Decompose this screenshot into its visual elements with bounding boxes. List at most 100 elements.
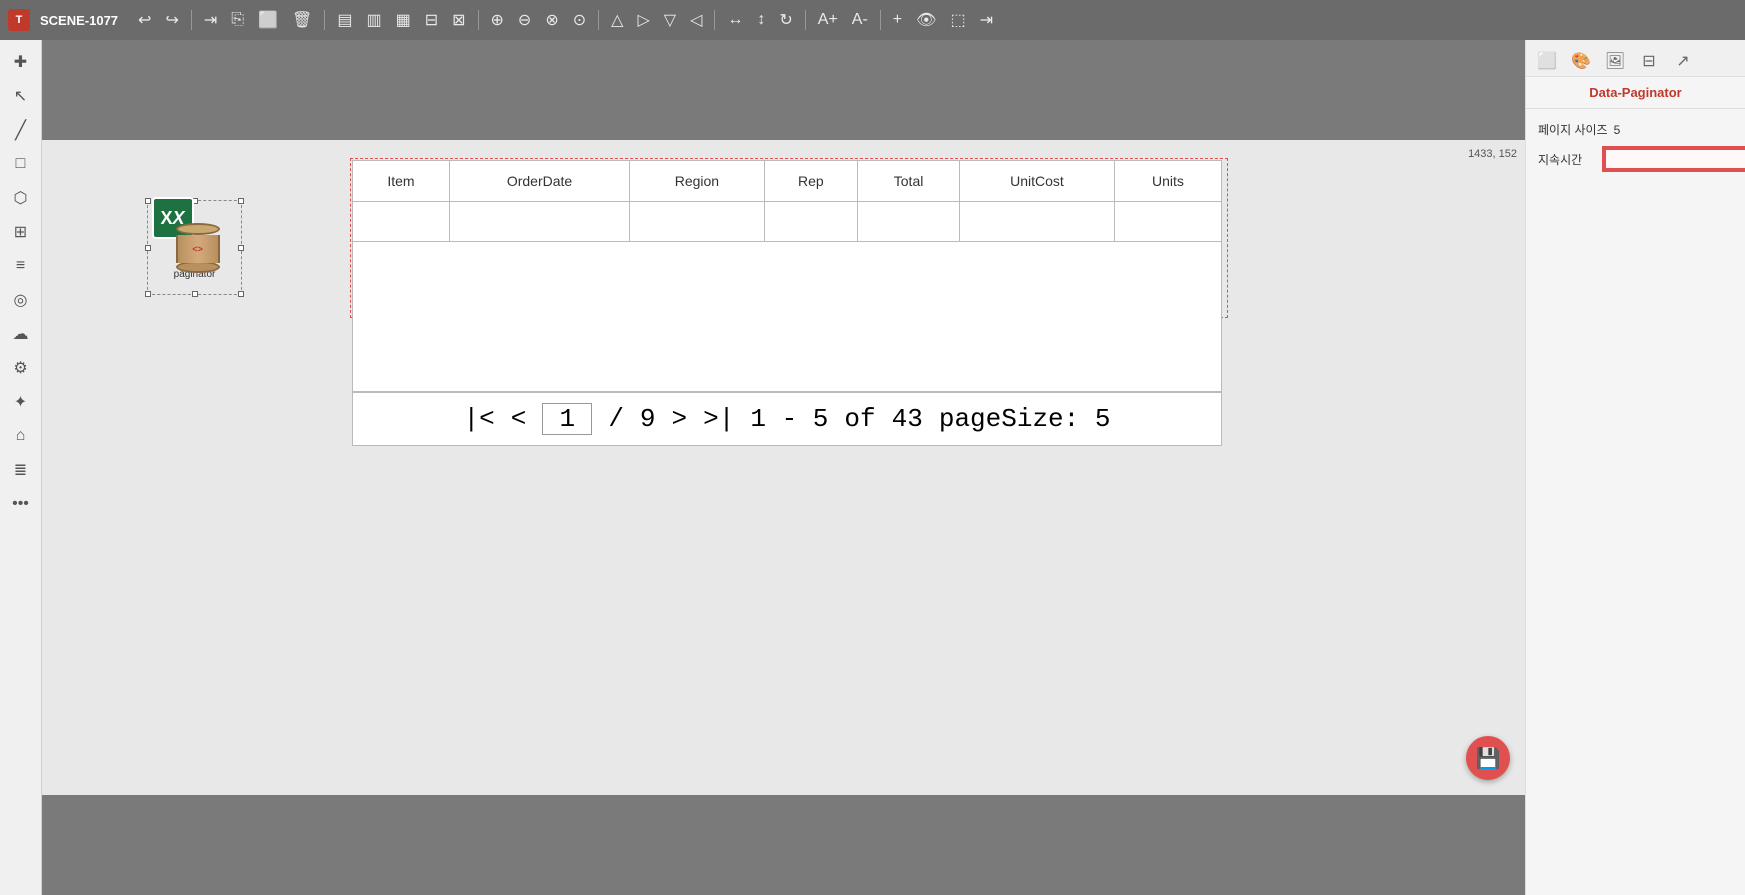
sidebar-item-cloud[interactable]: ☁ bbox=[7, 320, 35, 348]
tab-image-icon[interactable]: 🖼 bbox=[1600, 46, 1630, 76]
col-rep: Rep bbox=[764, 161, 857, 202]
data-table: Item OrderDate Region Rep Total UnitCost… bbox=[352, 160, 1222, 242]
sidebar-item-line[interactable]: ╱ bbox=[7, 116, 35, 144]
workspace[interactable]: 1433, 152 X bbox=[42, 140, 1525, 795]
sidebar-item-component[interactable]: ✦ bbox=[7, 388, 35, 416]
dist-v-button[interactable]: ⊠ bbox=[448, 8, 469, 32]
layout-button[interactable]: ⬚ bbox=[946, 8, 969, 32]
scene-title: SCENE-1077 bbox=[40, 13, 118, 28]
tab-share-icon[interactable]: ↗ bbox=[1668, 46, 1698, 76]
cell bbox=[858, 202, 960, 242]
send-back-button[interactable]: ▽ bbox=[660, 8, 680, 32]
canvas-area: 1433, 152 X bbox=[42, 40, 1525, 895]
cell bbox=[764, 202, 857, 242]
handle-tl[interactable] bbox=[145, 198, 151, 204]
data-table-container: Item OrderDate Region Rep Total UnitCost… bbox=[352, 160, 1222, 446]
align-right-button[interactable]: ▦ bbox=[392, 8, 415, 32]
redo-button[interactable]: ↪ bbox=[161, 8, 182, 32]
handle-bl[interactable] bbox=[145, 291, 151, 297]
total-pages: 9 bbox=[640, 404, 656, 434]
dist-h-button[interactable]: ⊟ bbox=[421, 8, 442, 32]
undo-button[interactable]: ↩ bbox=[134, 8, 155, 32]
preview-button[interactable]: 👁 bbox=[912, 8, 940, 32]
bottom-band bbox=[42, 795, 1525, 895]
page-input[interactable] bbox=[542, 403, 592, 435]
table-header-row: Item OrderDate Region Rep Total UnitCost… bbox=[353, 161, 1222, 202]
range-dash: - bbox=[782, 404, 798, 434]
sidebar-item-gear[interactable]: ⚙ bbox=[7, 354, 35, 382]
frame-button[interactable]: ⬜ bbox=[254, 8, 282, 32]
duration-label: 지속시간 bbox=[1538, 151, 1598, 168]
handle-tr[interactable] bbox=[238, 198, 244, 204]
sidebar-item-shape[interactable]: □ bbox=[7, 150, 35, 178]
unlock-button[interactable]: ⊙ bbox=[569, 8, 590, 32]
pagesize-label: pageSize: 5 bbox=[939, 404, 1111, 434]
sidebar-item-add[interactable]: ✚ bbox=[7, 48, 35, 76]
range-display: 1 - 5 bbox=[750, 404, 828, 434]
col-item: Item bbox=[353, 161, 450, 202]
add-button[interactable]: + bbox=[889, 9, 906, 31]
handle-bc[interactable] bbox=[192, 291, 198, 297]
sidebar-item-table[interactable]: ⊞ bbox=[7, 218, 35, 246]
duration-input[interactable] bbox=[1604, 148, 1745, 170]
save-fab-button[interactable]: 💾 bbox=[1466, 736, 1510, 780]
flip-h-button[interactable]: ↔ bbox=[723, 9, 747, 31]
flip-v-button[interactable]: ↕ bbox=[753, 9, 769, 31]
bring-front-button[interactable]: △ bbox=[607, 8, 627, 32]
delete-button[interactable]: 🗑 bbox=[288, 8, 316, 32]
sidebar-item-list[interactable]: ≡ bbox=[7, 252, 35, 280]
last-page-button[interactable]: >| bbox=[703, 404, 734, 434]
save-icon: 💾 bbox=[1476, 746, 1501, 771]
sidebar-item-chart[interactable]: ◎ bbox=[7, 286, 35, 314]
db-top bbox=[176, 223, 220, 235]
page-separator: / bbox=[608, 404, 624, 434]
sidebar-item-cursor[interactable]: ↖ bbox=[7, 82, 35, 110]
table-row bbox=[353, 202, 1222, 242]
tab-palette-icon[interactable]: 🎨 bbox=[1566, 46, 1596, 76]
sidebar-item-home[interactable]: ⌂ bbox=[7, 422, 35, 450]
text-larger-button[interactable]: A+ bbox=[814, 9, 842, 31]
send-bwd-button[interactable]: ◁ bbox=[686, 8, 706, 32]
duration-row: 지속시간 bbox=[1538, 148, 1733, 170]
group-button[interactable]: ⊕ bbox=[487, 8, 508, 32]
total-records: 43 bbox=[892, 404, 923, 434]
prev-page-button[interactable]: < bbox=[511, 404, 527, 434]
rotate-button[interactable]: ↻ bbox=[775, 8, 796, 32]
db-icon: <> bbox=[173, 223, 223, 273]
paginator-widget[interactable]: X <> paginator bbox=[147, 200, 242, 295]
handle-mr[interactable] bbox=[238, 245, 244, 251]
copy-button[interactable]: ⎘ bbox=[227, 9, 248, 31]
pin-button[interactable]: ⇥ bbox=[200, 8, 221, 32]
col-orderdate: OrderDate bbox=[449, 161, 629, 202]
lock-button[interactable]: ⊗ bbox=[541, 8, 562, 32]
tab-frame-icon[interactable]: ⬜ bbox=[1532, 46, 1562, 76]
tab-sliders-icon[interactable]: ⊟ bbox=[1634, 46, 1664, 76]
sidebar-item-menu[interactable]: ≣ bbox=[7, 456, 35, 484]
fullscreen-button[interactable]: ⇥ bbox=[976, 8, 997, 32]
text-smaller-button[interactable]: A- bbox=[848, 9, 872, 31]
bring-fwd-button[interactable]: ▷ bbox=[633, 8, 653, 32]
right-panel: ⬜ 🎨 🖼 ⊟ ↗ Data-Paginator 페이지 사이즈 5 지속시간 bbox=[1525, 40, 1745, 895]
cell bbox=[449, 202, 629, 242]
sidebar-item-polygon[interactable]: ⬡ bbox=[7, 184, 35, 212]
coords-display: 1433, 152 bbox=[1468, 148, 1517, 160]
toolbar: T SCENE-1077 ↩ ↪ ⇥ ⎘ ⬜ 🗑 ▤ ▥ ▦ ⊟ ⊠ ⊕ ⊖ ⊗… bbox=[0, 0, 1745, 40]
sidebar-item-more[interactable]: ••• bbox=[7, 490, 35, 518]
align-left-button[interactable]: ▤ bbox=[333, 8, 356, 32]
col-total: Total bbox=[858, 161, 960, 202]
page-size-value: 5 bbox=[1614, 123, 1621, 137]
top-band bbox=[42, 40, 1525, 140]
cell bbox=[630, 202, 764, 242]
ungroup-button[interactable]: ⊖ bbox=[514, 8, 535, 32]
align-center-button[interactable]: ▥ bbox=[362, 8, 385, 32]
col-unitcost: UnitCost bbox=[960, 161, 1115, 202]
of-label: of bbox=[844, 404, 875, 434]
handle-br[interactable] bbox=[238, 291, 244, 297]
next-page-button[interactable]: > bbox=[672, 404, 688, 434]
right-panel-title: Data-Paginator bbox=[1526, 77, 1745, 109]
handle-ml[interactable] bbox=[145, 245, 151, 251]
first-page-button[interactable]: |< bbox=[463, 404, 494, 434]
db-body: <> bbox=[176, 235, 220, 263]
left-sidebar: ✚ ↖ ╱ □ ⬡ ⊞ ≡ ◎ ☁ ⚙ ✦ ⌂ ≣ ••• bbox=[0, 40, 42, 895]
col-units: Units bbox=[1114, 161, 1221, 202]
